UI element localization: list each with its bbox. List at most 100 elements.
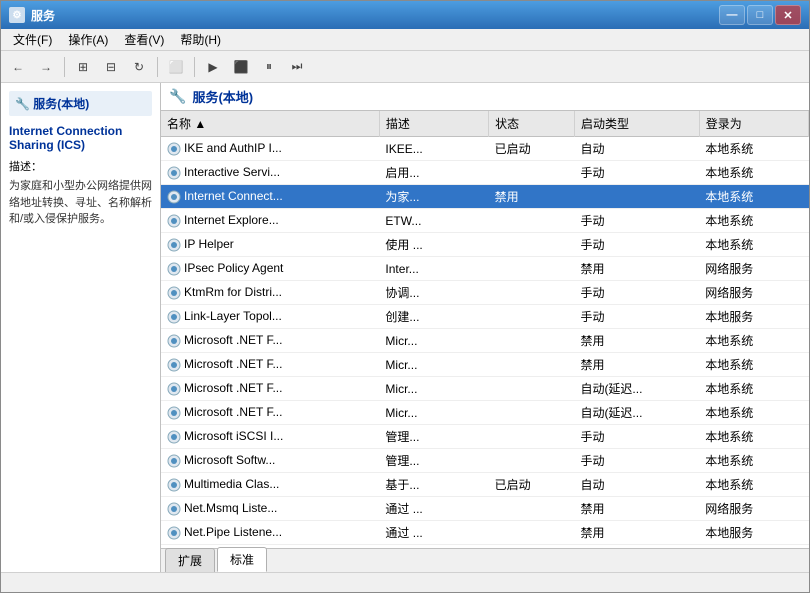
table-row[interactable]: Interactive Servi... 启用... 手动 本地系统 xyxy=(161,161,809,185)
service-description: 为家庭和小型办公网络提供网络地址转换、寻址、名称解析和/或入侵保护服务。 xyxy=(9,178,152,228)
service-desc-cell: 启用... xyxy=(379,161,488,185)
table-row[interactable]: Net.Pipe Listene... 通过 ... 禁用 本地服务 xyxy=(161,521,809,545)
service-status-cell: 已启动 xyxy=(489,137,575,161)
service-status-cell xyxy=(489,233,575,257)
pause-button[interactable]: ⏸ xyxy=(256,55,282,79)
service-desc-cell: Micr... xyxy=(379,329,488,353)
description-label: 描述： xyxy=(9,158,152,174)
main-area: 🔧 服务(本地) Internet Connection Sharing (IC… xyxy=(1,83,809,572)
table-row[interactable]: Microsoft Softw... 管理... 手动 本地系统 xyxy=(161,449,809,473)
menu-file[interactable]: 文件(F) xyxy=(5,29,60,50)
service-startup-cell xyxy=(574,185,699,209)
service-icon xyxy=(167,142,181,156)
main-window: ⚙ 服务 — □ ✕ 文件(F) 操作(A) 查看(V) 帮助(H) ← → ⊞… xyxy=(0,0,810,593)
service-startup-cell: 禁用 xyxy=(574,257,699,281)
service-status-cell xyxy=(489,329,575,353)
col-login[interactable]: 登录为 xyxy=(699,111,808,137)
service-desc-cell: 管理... xyxy=(379,449,488,473)
table-row[interactable]: IKE and AuthIP I... IKEE... 已启动 自动 本地系统 xyxy=(161,137,809,161)
table-row[interactable]: Internet Connect... 为家... 禁用 本地系统 xyxy=(161,185,809,209)
app-icon: ⚙ xyxy=(9,7,25,23)
menu-action[interactable]: 操作(A) xyxy=(60,29,116,50)
properties-button[interactable]: ⬜ xyxy=(163,55,189,79)
table-header-row: 名称 ▲ 描述 状态 启动类型 登录为 xyxy=(161,111,809,137)
service-startup-cell: 手动 xyxy=(574,161,699,185)
col-name[interactable]: 名称 ▲ xyxy=(161,111,379,137)
service-startup-cell: 手动 xyxy=(574,449,699,473)
table-row[interactable]: Link-Layer Topol... 创建... 手动 本地服务 xyxy=(161,305,809,329)
service-status-cell xyxy=(489,521,575,545)
service-login-cell: 网络服务 xyxy=(699,281,808,305)
table-row[interactable]: Microsoft iSCSI I... 管理... 手动 本地系统 xyxy=(161,425,809,449)
service-login-cell: 本地系统 xyxy=(699,473,808,497)
service-table[interactable]: 名称 ▲ 描述 状态 启动类型 登录为 IKE and AuthIP I... … xyxy=(161,111,809,548)
left-panel-header: 🔧 服务(本地) xyxy=(9,91,152,116)
service-name-cell: Microsoft .NET F... xyxy=(161,329,379,353)
col-status[interactable]: 状态 xyxy=(489,111,575,137)
service-icon xyxy=(167,526,181,540)
service-login-cell: 本地系统 xyxy=(699,137,808,161)
show-hide-button[interactable]: ⊞ xyxy=(70,55,96,79)
table-row[interactable]: Microsoft .NET F... Micr... 自动(延迟... 本地系… xyxy=(161,377,809,401)
service-login-cell: 本地系统 xyxy=(699,329,808,353)
service-name-cell: Link-Layer Topol... xyxy=(161,305,379,329)
col-desc[interactable]: 描述 xyxy=(379,111,488,137)
service-status-cell: 已启动 xyxy=(489,473,575,497)
right-panel-header: 🔧 服务(本地) xyxy=(161,83,809,111)
table-row[interactable]: Net.Msmq Liste... 通过 ... 禁用 网络服务 xyxy=(161,497,809,521)
table-row[interactable]: Microsoft .NET F... Micr... 禁用 本地系统 xyxy=(161,353,809,377)
service-icon xyxy=(167,430,181,444)
table-row[interactable]: Internet Explore... ETW... 手动 本地系统 xyxy=(161,209,809,233)
table-row[interactable]: IPsec Policy Agent Inter... 禁用 网络服务 xyxy=(161,257,809,281)
back-button[interactable]: ← xyxy=(5,55,31,79)
service-desc-cell: 通过 ... xyxy=(379,521,488,545)
table-row[interactable]: KtmRm for Distri... 协调... 手动 网络服务 xyxy=(161,281,809,305)
forward-button[interactable]: → xyxy=(33,55,59,79)
restart-button[interactable]: ⏭ xyxy=(284,55,310,79)
menu-help[interactable]: 帮助(H) xyxy=(172,29,229,50)
service-login-cell: 本地系统 xyxy=(699,185,808,209)
col-startup[interactable]: 启动类型 xyxy=(574,111,699,137)
refresh-button[interactable]: ↻ xyxy=(126,55,152,79)
service-startup-cell: 禁用 xyxy=(574,521,699,545)
status-bar xyxy=(1,572,809,592)
play-button[interactable]: ▶ xyxy=(200,55,226,79)
service-status-cell xyxy=(489,353,575,377)
service-login-cell: 本地系统 xyxy=(699,353,808,377)
service-desc-cell: 通过 ... xyxy=(379,497,488,521)
service-desc-cell: Micr... xyxy=(379,377,488,401)
service-startup-cell: 手动 xyxy=(574,425,699,449)
stop-button[interactable]: ⬛ xyxy=(228,55,254,79)
export-button[interactable]: ⊟ xyxy=(98,55,124,79)
service-login-cell: 本地系统 xyxy=(699,377,808,401)
table-row[interactable]: Microsoft .NET F... Micr... 自动(延迟... 本地系… xyxy=(161,401,809,425)
service-login-cell: 本地系统 xyxy=(699,233,808,257)
service-icon xyxy=(167,166,181,180)
service-icon xyxy=(167,334,181,348)
bottom-tabs: 扩展 标准 xyxy=(161,548,809,572)
right-panel-icon: 🔧 xyxy=(169,88,186,105)
table-row[interactable]: Multimedia Clas... 基于... 已启动 自动 本地系统 xyxy=(161,473,809,497)
service-icon xyxy=(167,382,181,396)
service-icon xyxy=(167,190,181,204)
tab-expand[interactable]: 扩展 xyxy=(165,548,215,572)
service-icon xyxy=(167,454,181,468)
table-row[interactable]: Microsoft .NET F... Micr... 禁用 本地系统 xyxy=(161,329,809,353)
service-login-cell: 网络服务 xyxy=(699,497,808,521)
close-button[interactable]: ✕ xyxy=(775,5,801,25)
service-name-cell: Microsoft .NET F... xyxy=(161,377,379,401)
minimize-button[interactable]: — xyxy=(719,5,745,25)
table-row[interactable]: IP Helper 使用 ... 手动 本地系统 xyxy=(161,233,809,257)
window-title: 服务 xyxy=(31,7,719,24)
service-icon xyxy=(167,238,181,252)
service-login-cell: 本地系统 xyxy=(699,449,808,473)
service-name-cell: Internet Connect... xyxy=(161,185,379,209)
service-name-cell: Microsoft .NET F... xyxy=(161,353,379,377)
menu-view[interactable]: 查看(V) xyxy=(116,29,172,50)
maximize-button[interactable]: □ xyxy=(747,5,773,25)
service-icon xyxy=(167,286,181,300)
service-desc-cell: 为家... xyxy=(379,185,488,209)
service-login-cell: 本地服务 xyxy=(699,305,808,329)
service-status-cell xyxy=(489,377,575,401)
tab-standard[interactable]: 标准 xyxy=(217,547,267,572)
